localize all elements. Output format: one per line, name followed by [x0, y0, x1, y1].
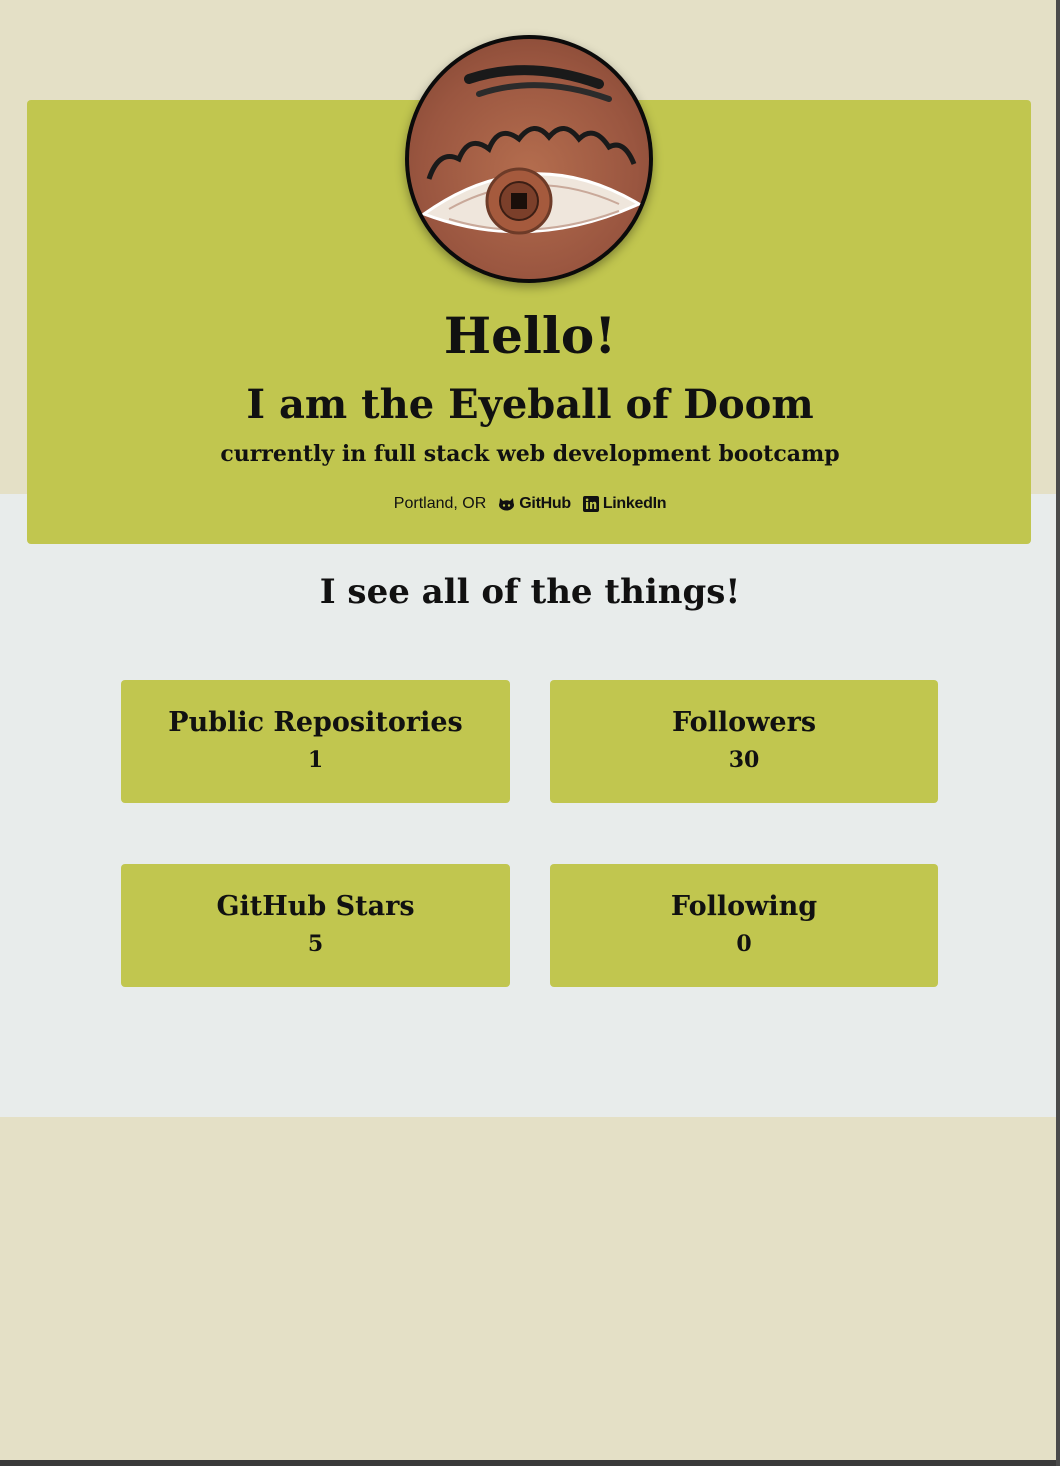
github-link-label: GitHub	[519, 495, 571, 512]
tagline-text: currently in full stack web development …	[220, 441, 840, 467]
linkedin-icon	[582, 496, 599, 512]
name-heading: I am the Eyeball of Doom	[246, 381, 814, 428]
stat-card-public-repositories: Public Repositories 1	[121, 680, 510, 803]
eyeball-drawing-icon	[420, 65, 643, 235]
page-bottom-background	[0, 1117, 1060, 1460]
stat-label: Following	[670, 891, 818, 922]
stat-value: 0	[736, 931, 752, 957]
avatar	[405, 35, 653, 283]
window-bottom-edge	[0, 1460, 1060, 1466]
location-text: Portland, OR	[393, 495, 487, 512]
window-right-edge	[1056, 0, 1060, 1466]
profile-meta-row: Portland, OR GitHub LinkedIn	[0, 492, 1060, 516]
github-cat-icon	[499, 498, 515, 511]
stat-card-github-stars: GitHub Stars 5	[121, 864, 510, 987]
stat-value: 5	[307, 931, 324, 957]
stat-label: Followers	[671, 707, 817, 738]
stat-value: 30	[728, 747, 760, 773]
stat-card-followers: Followers 30	[550, 680, 938, 803]
section-heading: I see all of the things!	[319, 572, 741, 612]
stat-label: Public Repositories	[168, 707, 463, 738]
stat-value: 1	[307, 747, 324, 773]
linkedin-link-label: LinkedIn	[602, 495, 667, 512]
linkedin-link[interactable]: LinkedIn	[582, 492, 667, 516]
stat-label: GitHub Stars	[216, 891, 415, 922]
greeting-heading: Hello!	[443, 306, 617, 365]
github-link[interactable]: GitHub	[498, 492, 571, 516]
stat-card-following: Following 0	[550, 864, 938, 987]
